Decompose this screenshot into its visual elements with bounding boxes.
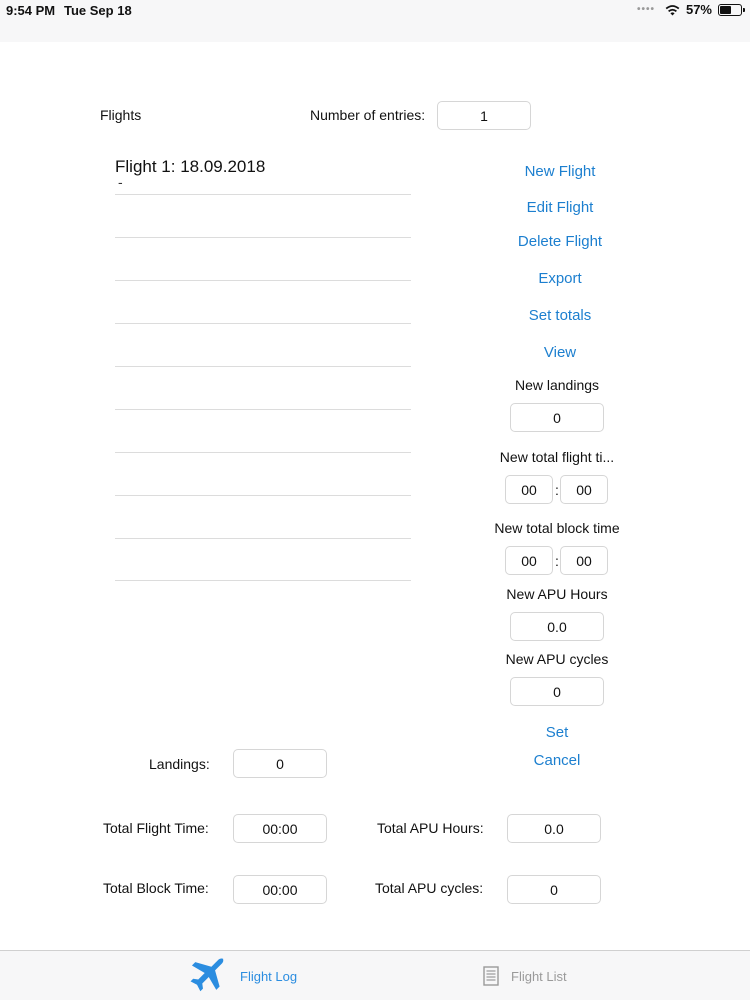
new-landings-value: 0 (553, 409, 561, 426)
landings-field[interactable]: 0 (233, 749, 327, 778)
total-flight-time-field[interactable]: 00:00 (233, 814, 327, 843)
set-button[interactable]: Set (546, 724, 569, 741)
tab-flight-list[interactable]: Flight List (483, 951, 567, 1000)
view-button[interactable]: View (544, 344, 576, 361)
row-divider (115, 495, 411, 496)
wifi-icon (665, 4, 680, 15)
new-apu-hours-value: 0.0 (547, 618, 567, 635)
new-block-time-hours-field[interactable]: 00 (505, 546, 553, 575)
status-date: Tue Sep 18 (64, 3, 132, 18)
landings-value: 0 (276, 755, 284, 772)
landings-label: Landings: (149, 756, 210, 772)
new-flight-time-hours-value: 00 (521, 481, 537, 498)
total-apu-hours-value: 0.0 (544, 820, 564, 837)
row-divider (115, 452, 411, 453)
tab-flight-log-label: Flight Log (240, 968, 298, 984)
battery-fill (720, 5, 732, 14)
total-apu-hours-field[interactable]: 0.0 (507, 814, 601, 843)
battery-percent: 57% (685, 2, 712, 17)
new-flight-time-label: New total flight ti... (499, 449, 615, 465)
new-apu-cycles-label: New APU cycles (505, 651, 609, 667)
row-divider (115, 580, 411, 581)
new-apu-cycles-field[interactable]: 0 (510, 677, 604, 706)
time-separator: : (555, 553, 559, 569)
flight-entry-label: Flight 1: 18.09.2018 (115, 157, 266, 176)
time-separator: : (555, 482, 559, 498)
total-block-time-field[interactable]: 00:00 (233, 875, 327, 904)
tab-flight-list-label: Flight List (511, 968, 567, 984)
row-divider (115, 323, 411, 324)
status-indicators: •••• 57% (636, 2, 745, 17)
total-flight-time-value: 00:00 (262, 820, 298, 837)
row-divider (115, 409, 411, 410)
new-flight-time-minutes-value: 00 (576, 481, 592, 498)
new-block-time-minutes-value: 00 (576, 552, 592, 569)
tab-bar: Flight Log Flight List (0, 950, 750, 1000)
total-apu-cycles-label: Total APU cycles: (375, 880, 484, 896)
total-apu-hours-label: Total APU Hours: (377, 820, 484, 836)
delete-flight-button[interactable]: Delete Flight (518, 233, 602, 250)
edit-flight-button[interactable]: Edit Flight (527, 199, 594, 216)
new-apu-cycles-value: 0 (553, 683, 561, 700)
entries-count-field[interactable]: 1 (437, 101, 531, 130)
total-flight-time-label: Total Flight Time: (103, 820, 209, 836)
flight-entry-sub: - (118, 174, 123, 190)
list-icon (483, 966, 499, 986)
row-divider (115, 538, 411, 539)
airplane-icon (190, 958, 224, 992)
battery-icon (718, 3, 745, 16)
row-divider (115, 237, 411, 238)
new-block-time-label: New total block time (494, 520, 620, 536)
entries-count-value: 1 (480, 107, 488, 124)
total-apu-cycles-value: 0 (550, 881, 558, 898)
row-divider (115, 280, 411, 281)
status-time: 9:54 PM (6, 3, 56, 18)
export-button[interactable]: Export (538, 270, 581, 287)
flights-label: Flights (100, 107, 142, 123)
new-block-time-hours-value: 00 (521, 552, 537, 569)
new-flight-button[interactable]: New Flight (525, 163, 596, 180)
total-block-time-value: 00:00 (262, 881, 298, 898)
status-bar: 9:54 PM Tue Sep 18 •••• 57% (0, 0, 750, 42)
new-apu-hours-label: New APU Hours (506, 586, 608, 602)
new-apu-hours-field[interactable]: 0.0 (510, 612, 604, 641)
entries-label: Number of entries: (310, 107, 426, 123)
new-landings-field[interactable]: 0 (510, 403, 604, 432)
cancel-button[interactable]: Cancel (534, 752, 581, 769)
total-apu-cycles-field[interactable]: 0 (507, 875, 601, 904)
multitasking-dots-icon: •••• (636, 4, 655, 15)
new-flight-time-hours-field[interactable]: 00 (505, 475, 553, 504)
row-divider (115, 366, 411, 367)
new-block-time-minutes-field[interactable]: 00 (560, 546, 608, 575)
row-divider (115, 194, 411, 195)
new-flight-time-minutes-field[interactable]: 00 (560, 475, 608, 504)
set-totals-button[interactable]: Set totals (529, 307, 592, 324)
new-landings-label: New landings (514, 377, 600, 393)
total-block-time-label: Total Block Time: (103, 880, 209, 896)
tab-flight-log[interactable]: Flight Log (186, 951, 297, 1000)
